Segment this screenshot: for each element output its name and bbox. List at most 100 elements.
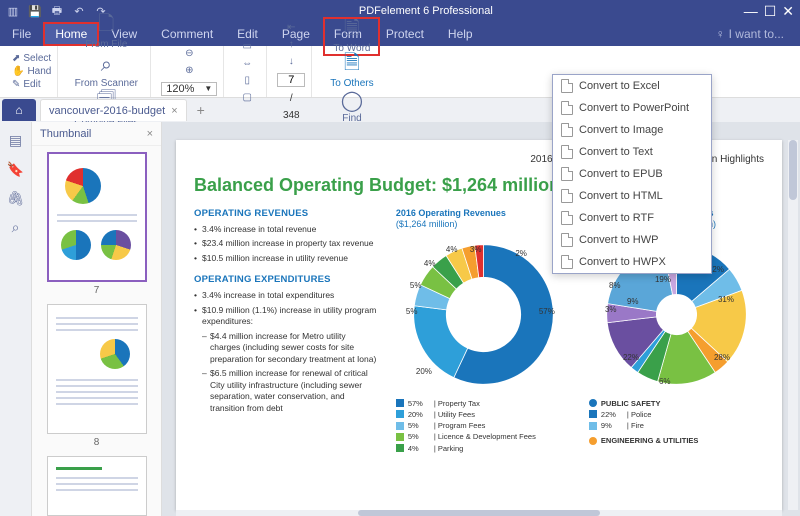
convert-menu-item[interactable]: Convert to Text (553, 141, 711, 163)
legend-revenues: 57%| Property Tax20%| Utility Fees5%| Pr… (396, 398, 571, 454)
file-icon (561, 101, 573, 115)
convert-dropdown: Convert to ExcelConvert to PowerPointCon… (552, 74, 712, 274)
maximize-button[interactable]: ☐ (764, 3, 777, 20)
bookmarks-rail-icon[interactable]: 🔖 (7, 161, 24, 178)
doc-tab-label: vancouver-2016-budget (49, 105, 165, 117)
save-icon[interactable]: 💾 (28, 4, 42, 18)
legend-item: 5%| Program Fees (396, 420, 571, 431)
add-tab-button[interactable]: + (191, 102, 211, 118)
donut-chart-revenues: 57% 20% 5% 5% 4% 4% 3% 2% (406, 237, 561, 392)
zoom-select[interactable]: 120%▼ (161, 82, 217, 96)
section-heading: OPERATING EXPENDITURES (194, 274, 378, 285)
ribbon-nav: ⇤ ↑ ↓ / 348 (271, 46, 312, 97)
page-total: 348 (283, 110, 300, 121)
file-icon (561, 123, 573, 137)
first-page-button[interactable]: ⇤ (278, 22, 304, 33)
horizontal-scrollbar[interactable] (176, 510, 782, 516)
page-sep: / (290, 93, 293, 104)
ribbon-layout: ▭ ⇔ ▯ ▢ (228, 46, 267, 97)
cursor-icon: ⬈ (12, 53, 20, 64)
file-icon (561, 211, 573, 225)
convert-menu-item[interactable]: Convert to HWPX (553, 251, 711, 273)
legend-item: 4%| Parking (396, 443, 571, 454)
search-rail-icon[interactable]: ⌕ (12, 219, 20, 236)
fit-page-button[interactable]: ▭ (234, 41, 260, 52)
thumbnail-number: 7 (38, 285, 155, 296)
to-others-button[interactable]: 🗎 To Others (322, 54, 381, 89)
vertical-scrollbar[interactable] (788, 140, 798, 510)
app-title: PDFelement 6 Professional (108, 5, 744, 17)
home-icon: ⌂ (15, 103, 22, 117)
presentation-button[interactable]: ▢ (234, 92, 260, 103)
file-icon (561, 79, 573, 93)
scanner-icon: ⌕ (101, 54, 112, 76)
menu-comment[interactable]: Comment (149, 22, 225, 46)
legend-expenditures: PUBLIC SAFETY 22%| Police9%| Fire ENGINE… (589, 398, 764, 447)
legend-item: 9%| Fire (589, 420, 764, 431)
thumbnail-item[interactable]: 7 (38, 152, 155, 296)
attachments-rail-icon[interactable]: 🖇 (7, 190, 25, 207)
ribbon-modes: ⬈Select ✋Hand ✎Edit (6, 46, 58, 97)
single-page-button[interactable]: ▯ (234, 75, 260, 86)
thumbnail-title: Thumbnail (40, 128, 91, 140)
file-icon (561, 255, 573, 269)
pencil-icon: ✎ (12, 79, 20, 90)
thumbnail-item[interactable] (38, 456, 155, 516)
convert-menu-item[interactable]: Convert to HTML (553, 185, 711, 207)
menu-protect[interactable]: Protect (374, 22, 436, 46)
doc-column-chart1: 2016 Operating Revenues($1,264 million) … (396, 208, 571, 454)
convert-menu-item[interactable]: Convert to EPUB (553, 163, 711, 185)
chevron-down-icon: ▼ (204, 84, 212, 93)
minimize-button[interactable]: — (744, 3, 758, 20)
select-tool[interactable]: ⬈Select (12, 52, 51, 65)
next-page-button[interactable]: ↓ (278, 56, 304, 67)
ribbon-create: 🗋From File ⌕From Scanner 🗐Combine Files (62, 46, 151, 97)
menu-help[interactable]: Help (436, 22, 485, 46)
legend-item: 57%| Property Tax (396, 398, 571, 409)
hand-icon: ✋ (12, 66, 24, 77)
page-current-input[interactable] (277, 73, 305, 87)
side-rail: ▤ 🔖 🖇 ⌕ (0, 122, 32, 516)
doc-column-text: OPERATING REVENUES 3.4% increase in tota… (194, 208, 378, 454)
zoom-out-button[interactable]: ⊖ (176, 48, 202, 59)
app-icon: ▥ (6, 4, 20, 18)
find-button[interactable]: ◯ Find (333, 89, 371, 124)
from-file-button[interactable]: 🗋From File (79, 15, 133, 50)
edit-tool[interactable]: ✎Edit (12, 78, 51, 91)
prev-page-button[interactable]: ↑ (278, 39, 304, 50)
zoom-in-button[interactable]: ⊕ (176, 65, 202, 76)
file-plus-icon: 🗋 (98, 15, 114, 37)
legend-item: 22%| Police (589, 409, 764, 420)
welcome-tab[interactable]: ⌂ (2, 99, 36, 121)
doc-arrow-icon: 🗎 (344, 54, 360, 76)
convert-menu-item[interactable]: Convert to PowerPoint (553, 97, 711, 119)
tab-close-button[interactable]: × (171, 105, 177, 117)
legend-item: 5%| Licence & Development Fees (396, 431, 571, 442)
lightbulb-icon: ♀ (716, 27, 725, 41)
thumbnails-rail-icon[interactable]: ▤ (9, 132, 22, 149)
close-button[interactable]: ✕ (782, 3, 794, 20)
thumbnail-panel: Thumbnail × 7 8 (32, 122, 162, 516)
convert-menu-item[interactable]: Convert to HWP (553, 229, 711, 251)
document-tab[interactable]: vancouver-2016-budget × (40, 99, 187, 121)
ribbon-zoom: ⊖ ⊕ 120%▼ (155, 46, 224, 97)
file-icon (561, 167, 573, 181)
legend-item: 20%| Utility Fees (396, 409, 571, 420)
print-icon[interactable]: 🖶 (50, 4, 64, 18)
menu-file[interactable]: File (0, 22, 43, 46)
word-doc-icon: 🗎 (344, 19, 360, 41)
i-want-to[interactable]: ♀ I want to... (716, 22, 800, 46)
fit-width-button[interactable]: ⇔ (234, 58, 260, 69)
thumbnail-item[interactable]: 8 (38, 304, 155, 448)
file-icon (561, 145, 573, 159)
from-scanner-button[interactable]: ⌕From Scanner (69, 54, 144, 89)
convert-menu-item[interactable]: Convert to RTF (553, 207, 711, 229)
file-icon (561, 189, 573, 203)
convert-menu-item[interactable]: Convert to Excel (553, 75, 711, 97)
convert-menu-item[interactable]: Convert to Image (553, 119, 711, 141)
thumbnail-close-button[interactable]: × (147, 128, 153, 140)
file-icon (561, 233, 573, 247)
thumbnail-number: 8 (38, 437, 155, 448)
hand-tool[interactable]: ✋Hand (12, 65, 51, 78)
section-heading: OPERATING REVENUES (194, 208, 378, 219)
